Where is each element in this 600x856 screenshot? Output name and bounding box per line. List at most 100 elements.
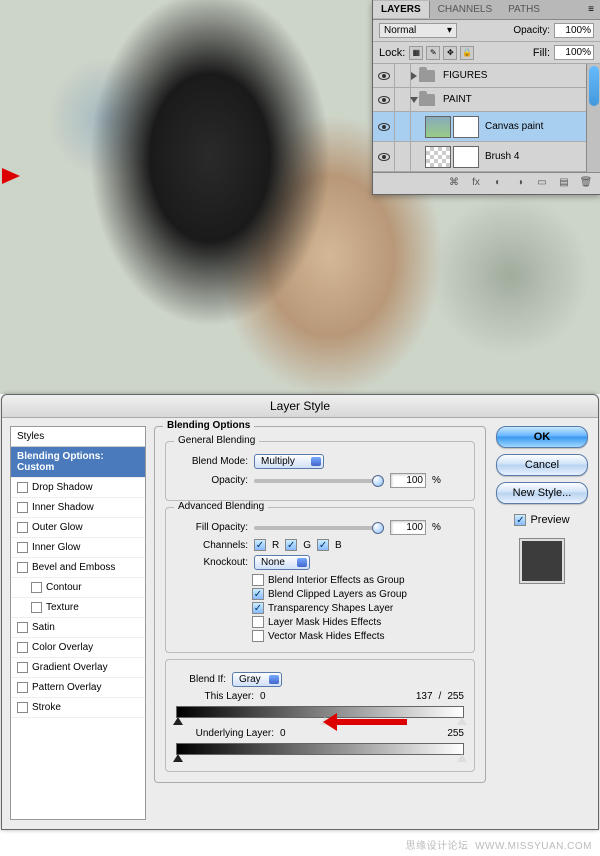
dialog-title: Layer Style xyxy=(2,395,598,418)
style-inner-shadow[interactable]: Inner Shadow xyxy=(11,498,145,518)
slider-handle-icon[interactable] xyxy=(457,717,467,725)
styles-list: Styles Blending Options: Custom Drop Sha… xyxy=(10,426,146,820)
tab-channels[interactable]: CHANNELS xyxy=(430,1,500,18)
tab-layers[interactable]: LAYERS xyxy=(373,1,430,18)
preview-checkbox[interactable] xyxy=(514,514,526,526)
scrollbar[interactable] xyxy=(586,64,600,172)
layer-mask-icon[interactable]: ◐ xyxy=(490,177,506,191)
new-style-button[interactable]: New Style... xyxy=(496,482,588,504)
style-gradient-overlay[interactable]: Gradient Overlay xyxy=(11,658,145,678)
dialog-buttons: OK Cancel New Style... Preview xyxy=(494,426,590,820)
style-bevel-emboss[interactable]: Bevel and Emboss xyxy=(11,558,145,578)
style-stroke[interactable]: Stroke xyxy=(11,698,145,718)
check-label: Transparency Shapes Layer xyxy=(268,603,393,614)
tab-paths[interactable]: PATHS xyxy=(500,1,548,18)
slider-handle-icon[interactable] xyxy=(173,717,183,725)
knockout-select[interactable]: None xyxy=(254,555,310,570)
delete-layer-icon[interactable]: 🗑 xyxy=(578,177,594,191)
disclosure-triangle-icon[interactable] xyxy=(410,97,418,103)
opacity-input[interactable]: 100% xyxy=(554,23,594,38)
advanced-blending-legend: Advanced Blending xyxy=(174,501,268,512)
disclosure-triangle-icon[interactable] xyxy=(411,72,417,80)
fill-opacity-label: Fill Opacity: xyxy=(176,522,248,533)
style-satin[interactable]: Satin xyxy=(11,618,145,638)
blend-interior-checkbox[interactable] xyxy=(252,574,264,586)
ok-button[interactable]: OK xyxy=(496,426,588,448)
layer-mask-thumbnail[interactable] xyxy=(453,116,479,138)
channel-g-checkbox[interactable] xyxy=(285,539,297,551)
layer-label: Brush 4 xyxy=(481,151,519,162)
link-layers-icon[interactable]: ⌘ xyxy=(446,177,462,191)
blend-clipped-checkbox[interactable] xyxy=(252,588,264,600)
layer-style-icon[interactable]: fx xyxy=(468,177,484,191)
panel-tabs: LAYERS CHANNELS PATHS ≡ xyxy=(373,0,600,20)
check-label: Blend Clipped Layers as Group xyxy=(268,589,407,600)
slider-handle-icon[interactable] xyxy=(173,754,183,762)
preview-label: Preview xyxy=(530,514,569,526)
layer-mask-hides-checkbox[interactable] xyxy=(252,616,264,628)
this-layer-sep: / xyxy=(439,691,442,702)
layer-mask-thumbnail[interactable] xyxy=(453,146,479,168)
underlying-high: 255 xyxy=(447,728,464,739)
this-layer-high: 255 xyxy=(447,691,464,702)
underlying-gradient[interactable] xyxy=(176,743,464,755)
this-layer-gradient[interactable] xyxy=(176,706,464,718)
layer-group-paint[interactable]: PAINT xyxy=(373,88,586,112)
fill-opacity-input[interactable]: 100 xyxy=(390,520,426,535)
slider-handle-icon[interactable] xyxy=(457,754,467,762)
blending-options-group: Blending Options General Blending Blend … xyxy=(154,426,486,783)
style-texture[interactable]: Texture xyxy=(11,598,145,618)
transparency-shapes-checkbox[interactable] xyxy=(252,602,264,614)
underlying-low: 0 xyxy=(280,728,304,739)
layer-thumbnail[interactable] xyxy=(425,146,451,168)
lock-transparency-icon[interactable]: ▦ xyxy=(409,46,423,60)
fill-input[interactable]: 100% xyxy=(554,45,594,60)
blend-if-select[interactable]: Gray xyxy=(232,672,282,687)
style-pattern-overlay[interactable]: Pattern Overlay xyxy=(11,678,145,698)
opacity-input[interactable]: 100 xyxy=(390,473,426,488)
visibility-eye-icon[interactable] xyxy=(378,123,390,131)
fill-label: Fill: xyxy=(533,47,550,59)
panel-menu-icon[interactable]: ≡ xyxy=(582,4,600,15)
layer-group-figures[interactable]: FIGURES xyxy=(373,64,586,88)
style-color-overlay[interactable]: Color Overlay xyxy=(11,638,145,658)
blend-mode-select[interactable]: Multiply xyxy=(254,454,324,469)
lock-pixels-icon[interactable]: ✎ xyxy=(426,46,440,60)
check-label: Blend Interior Effects as Group xyxy=(268,575,405,586)
visibility-eye-icon[interactable] xyxy=(378,96,390,104)
vector-mask-hides-checkbox[interactable] xyxy=(252,630,264,642)
layers-panel: LAYERS CHANNELS PATHS ≡ Normal▾ Opacity:… xyxy=(372,0,600,195)
folder-icon xyxy=(419,94,435,106)
cancel-button[interactable]: Cancel xyxy=(496,454,588,476)
lock-label: Lock: xyxy=(379,47,405,59)
layer-brush-4[interactable]: Brush 4 xyxy=(373,142,586,172)
lock-all-icon[interactable]: 🔒 xyxy=(460,46,474,60)
layer-canvas-paint[interactable]: Canvas paint xyxy=(373,112,586,142)
style-drop-shadow[interactable]: Drop Shadow xyxy=(11,478,145,498)
folder-icon xyxy=(419,70,435,82)
lock-position-icon[interactable]: ✥ xyxy=(443,46,457,60)
style-inner-glow[interactable]: Inner Glow xyxy=(11,538,145,558)
blend-mode-select[interactable]: Normal▾ xyxy=(379,23,457,38)
blend-mode-value: Normal xyxy=(384,25,416,36)
style-blending-options[interactable]: Blending Options: Custom xyxy=(11,447,145,478)
layer-label: Canvas paint xyxy=(481,121,543,132)
check-label: Layer Mask Hides Effects xyxy=(268,617,381,628)
new-layer-icon[interactable]: ▤ xyxy=(556,177,572,191)
channel-b-checkbox[interactable] xyxy=(317,539,329,551)
general-blending-group: General Blending Blend Mode: Multiply Op… xyxy=(165,441,475,501)
opacity-slider[interactable] xyxy=(254,479,384,483)
layer-thumbnail[interactable] xyxy=(425,116,451,138)
styles-header[interactable]: Styles xyxy=(11,427,145,447)
visibility-eye-icon[interactable] xyxy=(378,72,390,80)
knockout-label: Knockout: xyxy=(176,557,248,568)
layers-footer: ⌘ fx ◐ ◑ ▭ ▤ 🗑 xyxy=(373,172,600,194)
fill-opacity-slider[interactable] xyxy=(254,526,384,530)
style-contour[interactable]: Contour xyxy=(11,578,145,598)
adjustment-layer-icon[interactable]: ◑ xyxy=(512,177,528,191)
channel-r-checkbox[interactable] xyxy=(254,539,266,551)
style-outer-glow[interactable]: Outer Glow xyxy=(11,518,145,538)
underlying-label: Underlying Layer: xyxy=(176,728,274,739)
visibility-eye-icon[interactable] xyxy=(378,153,390,161)
new-group-icon[interactable]: ▭ xyxy=(534,177,550,191)
